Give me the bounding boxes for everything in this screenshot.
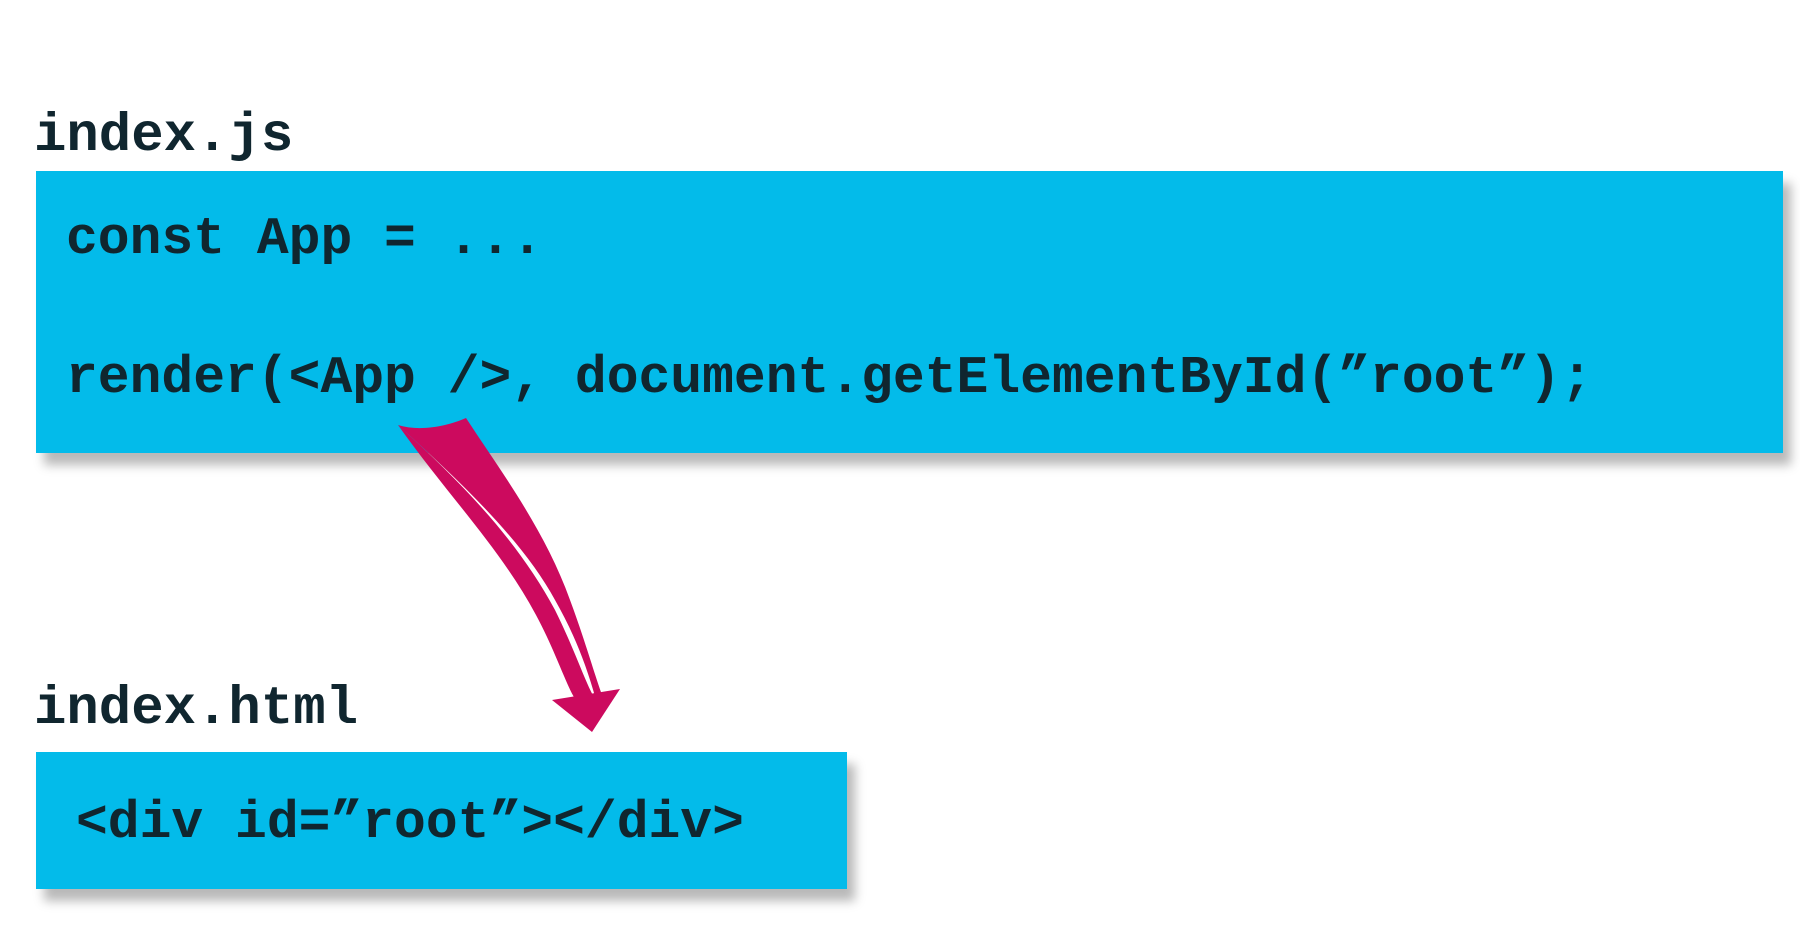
js-code-line-const-app: const App = ...	[66, 209, 544, 269]
html-code-line-root-div: <div id=”root”></div>	[76, 793, 744, 853]
js-code-line-render-call: render(<App />, document.getElementById(…	[66, 348, 1593, 408]
arrow-shaft	[398, 425, 596, 700]
arrow-shaft-upper	[398, 418, 604, 700]
index-html-code-block: <div id=”root”></div>	[36, 752, 847, 889]
arrow-head	[552, 689, 620, 732]
index-js-code-block: const App = ... render(<App />, document…	[36, 171, 1783, 453]
diagram-canvas: index.js const App = ... render(<App />,…	[0, 0, 1800, 942]
index-js-file-label: index.js	[34, 106, 294, 167]
index-html-file-label: index.html	[34, 679, 359, 740]
